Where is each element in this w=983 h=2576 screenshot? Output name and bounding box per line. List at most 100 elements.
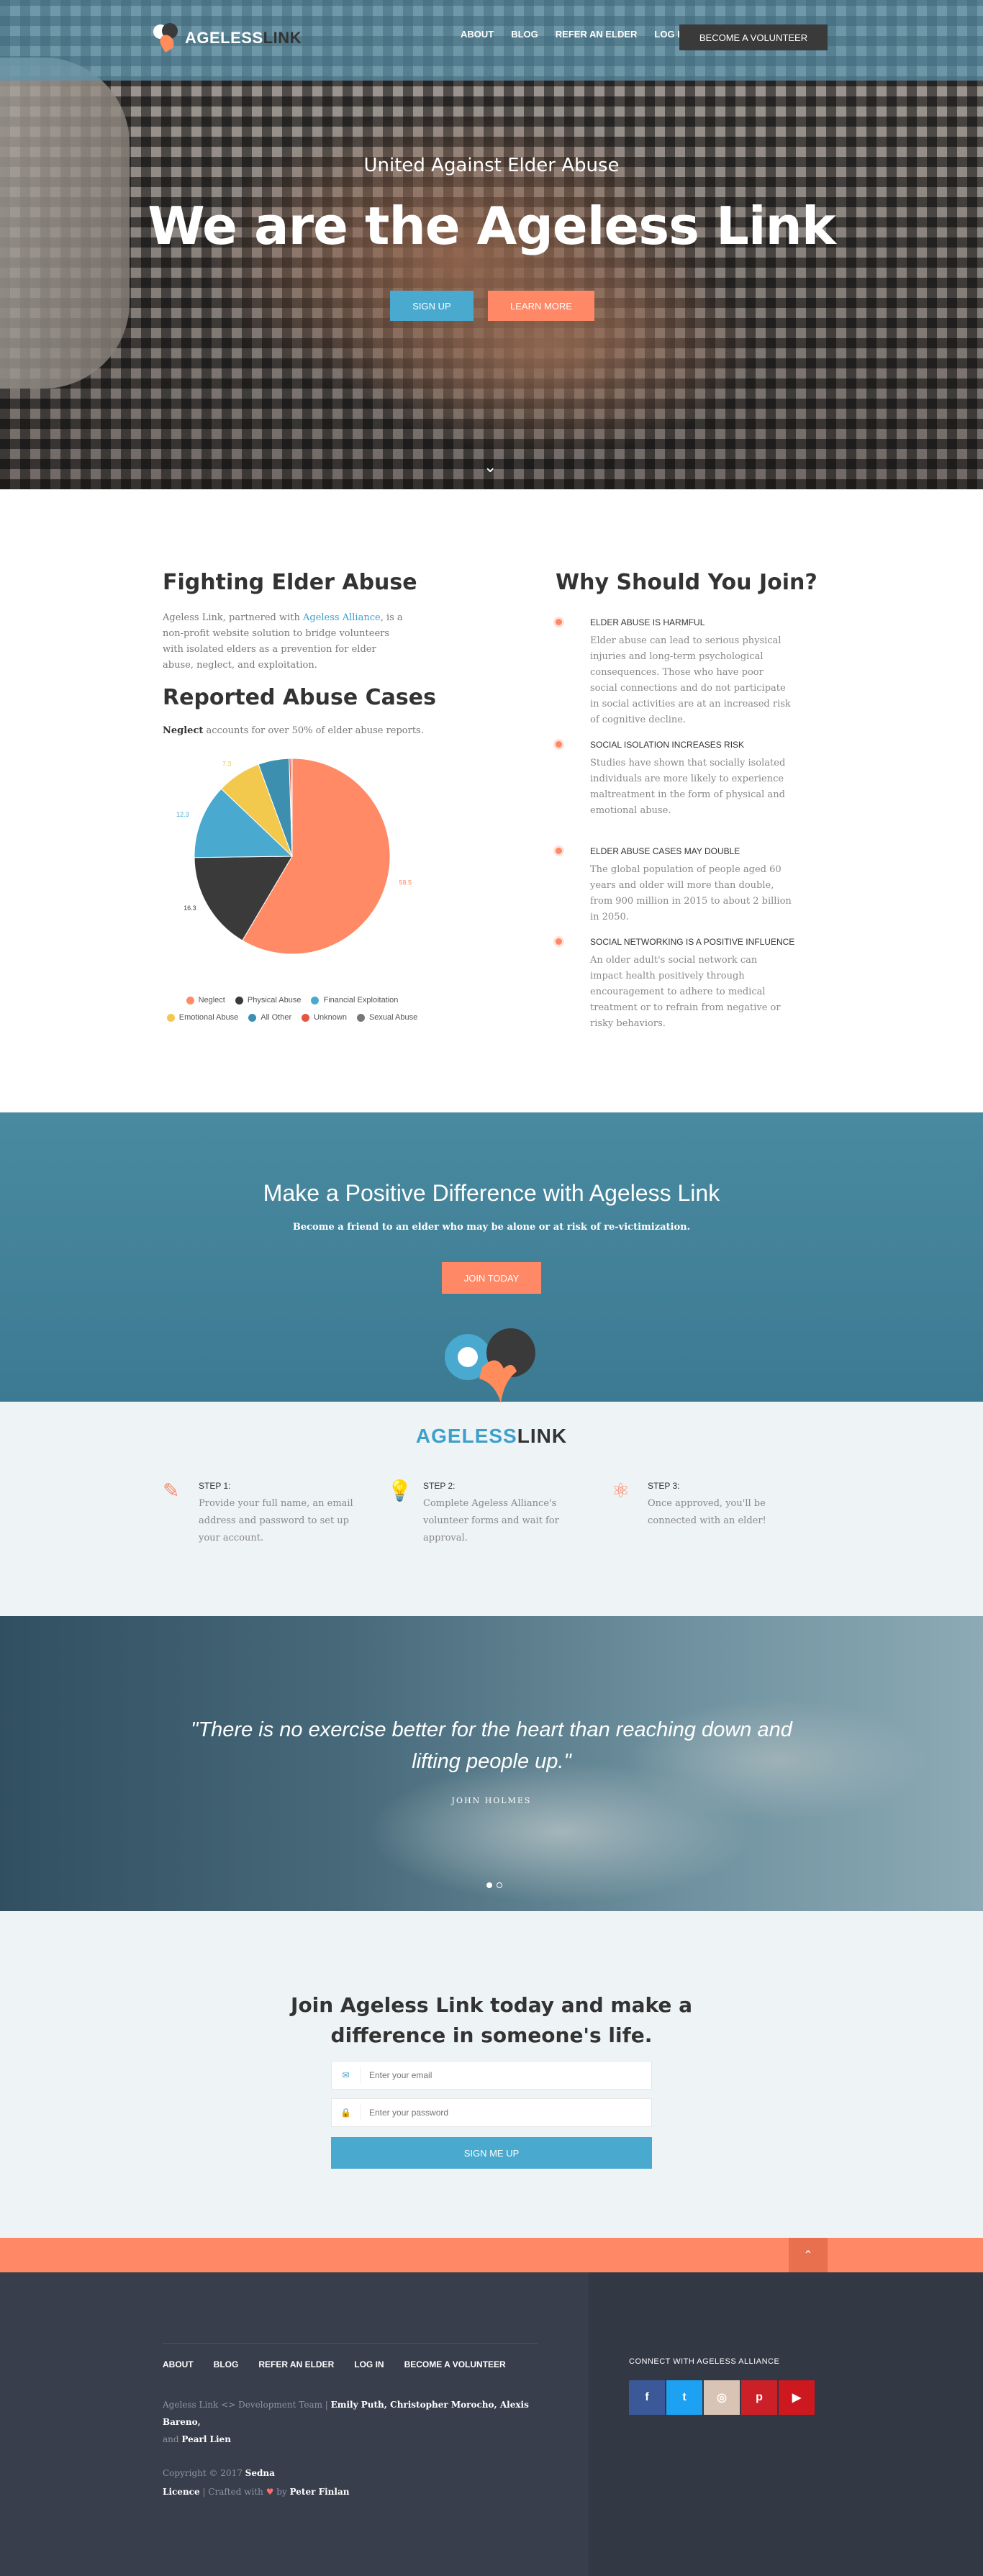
pencil-ruler-icon: ✎ xyxy=(163,1479,180,1502)
footer-social-panel xyxy=(589,2272,983,2576)
nav-blog[interactable]: BLOG xyxy=(511,29,538,40)
pie-data-label: 16.3 xyxy=(184,904,196,912)
footer-accent-bar xyxy=(0,2238,983,2272)
reason-title: SOCIAL ISOLATION INCREASES RISK xyxy=(590,740,745,750)
sign-me-up-button[interactable]: SIGN ME UP xyxy=(331,2137,652,2169)
chevron-down-icon[interactable]: ⌄ xyxy=(484,458,497,476)
email-input[interactable] xyxy=(361,2062,651,2089)
heart-icon: ♥ xyxy=(266,2487,274,2497)
step-item: 💡 STEP 2: Complete Ageless Alliance's vo… xyxy=(387,1479,589,1544)
step-title: STEP 2: xyxy=(423,1481,456,1491)
pie-data-label: 12.3 xyxy=(176,811,189,818)
nav-refer-elder[interactable]: REFER AN ELDER xyxy=(556,29,638,40)
ageless-link-wordmark: AGELESSLINK xyxy=(415,1425,568,1447)
footer-nav-volunteer[interactable]: BECOME A VOLUNTEER xyxy=(404,2359,506,2369)
reason-item: ELDER ABUSE IS HARMFUL Elder abuse can l… xyxy=(556,617,829,725)
legend-swatch xyxy=(166,1013,175,1022)
legend-swatch xyxy=(235,996,243,1004)
bullet-icon xyxy=(556,619,562,625)
hero-section: AGELESSLINK ABOUT BLOG REFER AN ELDER LO… xyxy=(0,0,983,489)
legend-swatch xyxy=(311,996,320,1004)
join-today-button[interactable]: JOIN TODAY xyxy=(442,1262,541,1294)
cta-subtitle: Become a friend to an elder who may be a… xyxy=(292,1222,691,1233)
twitter-icon[interactable]: t xyxy=(666,2380,702,2415)
atom-icon: ⚛ xyxy=(612,1479,630,1502)
join-section: Join Ageless Link today and make a differ… xyxy=(0,1911,983,2238)
bullet-icon xyxy=(556,741,562,748)
reason-item: ELDER ABUSE CASES MAY DOUBLE The global … xyxy=(556,846,829,922)
step-text: Once approved, you'll be connected with … xyxy=(648,1498,766,1526)
pie-data-label: 7.3 xyxy=(222,761,232,768)
reason-title: ELDER ABUSE IS HARMFUL xyxy=(590,617,705,627)
step-text: Provide your full name, an email address… xyxy=(199,1498,353,1543)
legend-item[interactable]: Financial Exploitation xyxy=(311,996,398,1004)
carousel-dots xyxy=(486,1882,502,1888)
step-text: Complete Ageless Alliance's volunteer fo… xyxy=(423,1498,559,1543)
youtube-icon[interactable]: ▶ xyxy=(779,2380,815,2415)
reason-text: Elder abuse can lead to serious physical… xyxy=(590,635,791,725)
ageless-link-logo-icon xyxy=(445,1328,535,1403)
sign-up-button[interactable]: SIGN UP xyxy=(390,291,474,321)
lock-icon: 🔒 xyxy=(332,2104,361,2121)
legend-label: All Other xyxy=(261,1013,292,1022)
footer-nav-blog[interactable]: BLOG xyxy=(214,2359,239,2369)
logo[interactable]: AGELESSLINK xyxy=(153,23,302,53)
author-link[interactable]: Peter Finlan xyxy=(290,2487,350,2497)
reason-title: SOCIAL NETWORKING IS A POSITIVE INFLUENC… xyxy=(590,937,795,947)
join-title: Join Ageless Link today and make a differ… xyxy=(291,1993,692,2047)
become-volunteer-button[interactable]: BECOME A VOLUNTEER xyxy=(679,24,828,50)
legend-item[interactable]: Unknown xyxy=(302,1013,347,1022)
back-to-top-icon[interactable]: ⌃ xyxy=(789,2238,828,2272)
footer-nav-login[interactable]: LOG IN xyxy=(354,2359,384,2369)
password-input[interactable] xyxy=(361,2099,651,2126)
legend-item[interactable]: Emotional Abuse xyxy=(166,1013,239,1022)
reason-text: Studies have shown that socially isolate… xyxy=(590,758,786,816)
reason-item: SOCIAL NETWORKING IS A POSITIVE INFLUENC… xyxy=(556,937,829,1029)
reason-text: The global population of people aged 60 … xyxy=(590,864,792,922)
legend-item[interactable]: Physical Abuse xyxy=(235,996,302,1004)
email-field: ✉ xyxy=(331,2061,652,2090)
envelope-icon: ✉ xyxy=(332,2067,361,2084)
copyright: Copyright © 2017 Sedna Licence | Crafted… xyxy=(163,2468,350,2497)
bullet-icon xyxy=(556,848,562,854)
fighting-text: Ageless Link, partnered with Ageless All… xyxy=(163,612,403,671)
cases-text: Neglect accounts for over 50% of elder a… xyxy=(163,725,424,736)
abuse-pie-chart: 58.516.312.37.35.10.30.2 xyxy=(176,758,412,955)
reason-title: ELDER ABUSE CASES MAY DOUBLE xyxy=(590,846,740,856)
step-item: ⚛ STEP 3: Once approved, you'll be conne… xyxy=(612,1479,813,1544)
nav-about[interactable]: ABOUT xyxy=(461,29,494,40)
legend-item[interactable]: Neglect xyxy=(186,996,225,1004)
footer-nav: ABOUT BLOG REFER AN ELDER LOG IN BECOME … xyxy=(163,2343,538,2369)
cta-title: Make a Positive Difference with Ageless … xyxy=(263,1180,720,1206)
learn-more-button[interactable]: LEARN MORE xyxy=(488,291,594,321)
logo-icon xyxy=(153,23,181,53)
legend-label: Emotional Abuse xyxy=(178,1013,239,1022)
licence-link[interactable]: Licence xyxy=(163,2487,200,2497)
pinterest-icon[interactable]: p xyxy=(741,2380,777,2415)
ageless-alliance-link[interactable]: Ageless Alliance xyxy=(303,612,381,623)
legend-item[interactable]: Sexual Abuse xyxy=(356,1013,418,1022)
reason-item: SOCIAL ISOLATION INCREASES RISK Studies … xyxy=(556,740,829,819)
step-title: STEP 1: xyxy=(199,1481,231,1491)
lightbulb-icon: 💡 xyxy=(387,1479,412,1502)
bullet-icon xyxy=(556,938,562,945)
legend-label: Sexual Abuse xyxy=(368,1013,418,1022)
quote-section: "There is no exercise better for the hea… xyxy=(0,1616,983,1911)
footer-nav-refer-elder[interactable]: REFER AN ELDER xyxy=(258,2359,334,2369)
why-join-title: Why Should You Join? xyxy=(556,570,817,595)
main-nav: ABOUT BLOG REFER AN ELDER LOG IN xyxy=(461,29,687,40)
step-title: STEP 3: xyxy=(648,1481,680,1491)
step-item: ✎ STEP 1: Provide your full name, an ema… xyxy=(163,1479,364,1544)
footer-nav-about[interactable]: ABOUT xyxy=(163,2359,194,2369)
legend-label: Physical Abuse xyxy=(247,996,302,1004)
legend-swatch xyxy=(356,1013,365,1022)
pie-data-label: 58.5 xyxy=(399,879,412,886)
pie-legend: Neglect Physical Abuse Financial Exploitat… xyxy=(163,996,422,1030)
carousel-dot[interactable] xyxy=(486,1882,492,1888)
facebook-icon[interactable]: f xyxy=(629,2380,665,2415)
instagram-icon[interactable]: ◎ xyxy=(704,2380,740,2415)
legend-item[interactable]: All Other xyxy=(248,1013,291,1022)
quote-text: "There is no exercise better for the hea… xyxy=(191,1718,792,1773)
legend-swatch xyxy=(186,996,194,1004)
carousel-dot[interactable] xyxy=(497,1882,502,1888)
